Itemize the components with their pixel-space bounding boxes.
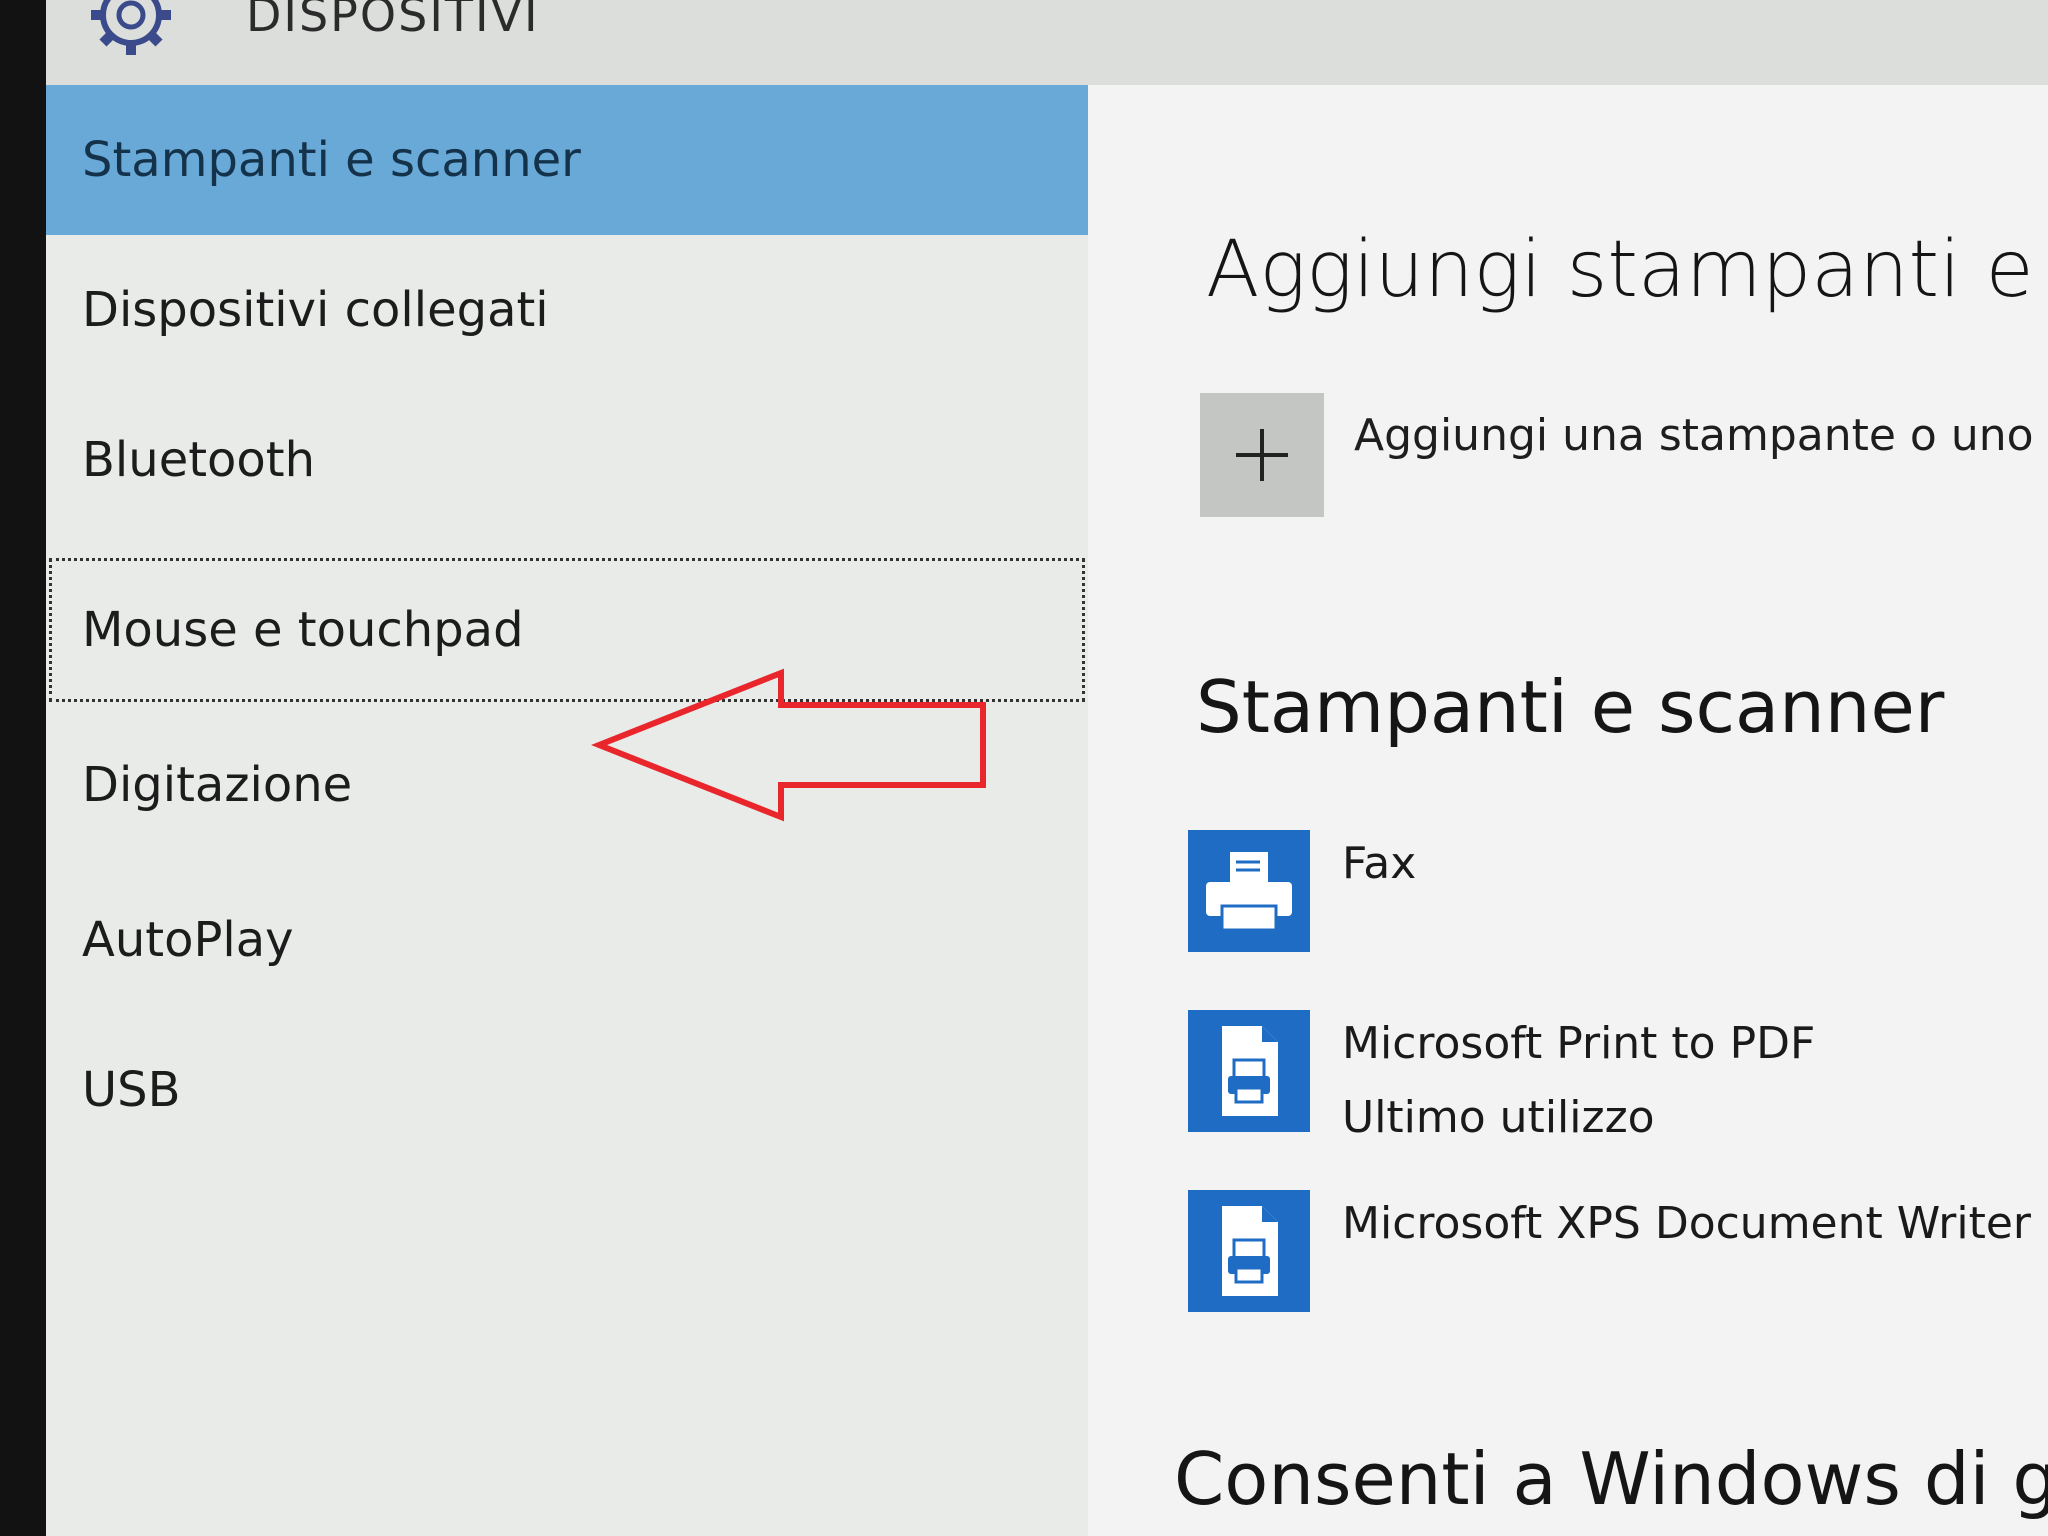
sidebar-item-label: Bluetooth xyxy=(82,432,316,488)
document-printer-icon xyxy=(1222,1206,1278,1296)
sidebar-item-usb[interactable]: USB xyxy=(46,1015,1088,1165)
page-title: DISPOSITIVI xyxy=(246,0,540,42)
add-printer-button[interactable] xyxy=(1200,393,1324,517)
printer-name: Microsoft Print to PDF xyxy=(1342,1018,1816,1069)
sidebar-item-autoplay[interactable]: AutoPlay xyxy=(46,865,1088,1015)
printer-item-print-to-pdf[interactable]: Microsoft Print to PDF Ultimo utilizzo xyxy=(1188,1010,2048,1143)
printer-tile xyxy=(1188,1190,1310,1312)
sidebar-item-label: USB xyxy=(82,1062,181,1118)
settings-window: DISPOSITIVI Stampanti e scanner Disposit… xyxy=(46,0,2048,1536)
sidebar-item-stampanti-e-scanner[interactable]: Stampanti e scanner xyxy=(46,85,1088,235)
printer-name: Microsoft XPS Document Writer xyxy=(1342,1198,2032,1249)
printer-status: Ultimo utilizzo xyxy=(1342,1092,1655,1143)
annotation-arrow-icon xyxy=(591,668,986,822)
printer-tile xyxy=(1188,830,1310,952)
sidebar-item-label: AutoPlay xyxy=(82,912,294,968)
printer-item-xps-writer[interactable]: Microsoft XPS Document Writer xyxy=(1188,1190,2048,1314)
add-printer-label[interactable]: Aggiungi una stampante o uno scanner xyxy=(1354,410,2048,461)
printer-tile xyxy=(1188,1010,1310,1132)
main-content: Aggiungi stampanti e scanner Aggiungi un… xyxy=(1088,85,2048,1536)
plus-icon xyxy=(1236,429,1288,481)
sidebar-item-bluetooth[interactable]: Bluetooth xyxy=(46,385,1088,535)
sidebar-item-label: Mouse e touchpad xyxy=(82,602,524,658)
printer-item-fax[interactable]: Fax xyxy=(1188,830,2048,954)
section-title-default-printer: Consenti a Windows di gestire la stampan… xyxy=(1174,1437,2048,1521)
sidebar-item-label: Dispositivi collegati xyxy=(82,282,549,338)
document-printer-icon xyxy=(1222,1026,1278,1116)
section-title-add: Aggiungi stampanti e scanner xyxy=(1206,225,2048,315)
section-title-printers: Stampanti e scanner xyxy=(1196,665,1945,749)
printer-icon xyxy=(1206,852,1292,932)
header: DISPOSITIVI xyxy=(46,0,2048,85)
sidebar: Stampanti e scanner Dispositivi collegat… xyxy=(46,85,1088,1536)
printer-name: Fax xyxy=(1342,838,1417,889)
sidebar-item-dispositivi-collegati[interactable]: Dispositivi collegati xyxy=(46,235,1088,385)
sidebar-item-label: Digitazione xyxy=(82,757,353,813)
sidebar-item-label: Stampanti e scanner xyxy=(82,132,581,188)
gear-icon xyxy=(91,0,171,55)
